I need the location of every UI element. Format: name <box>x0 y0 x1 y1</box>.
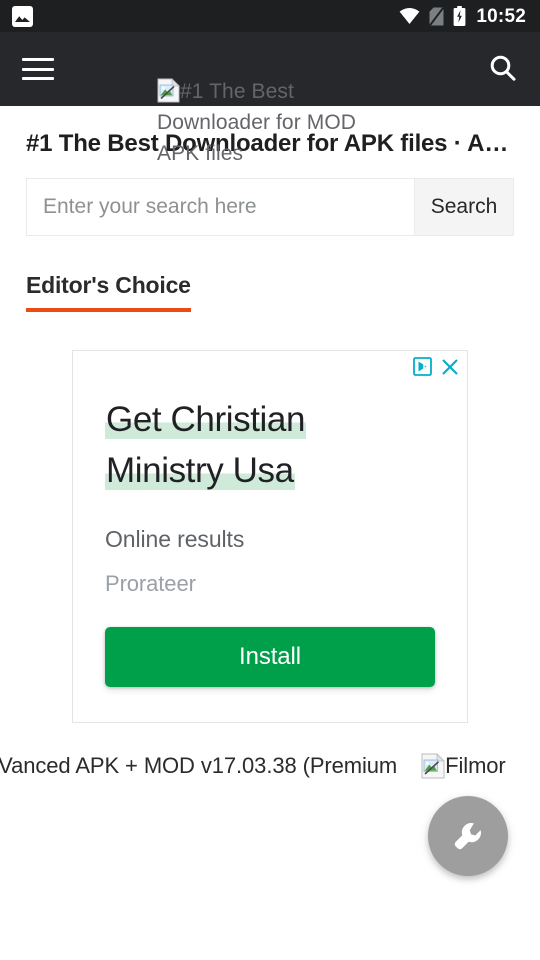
page-content: #1 The Best Downloader for APK files · A… <box>0 106 540 789</box>
site-logo-broken-image[interactable]: #1 The Best Downloader for MOD APK files <box>157 76 373 169</box>
adchoices-icon[interactable] <box>413 357 432 376</box>
search-bar: Search <box>26 178 514 236</box>
search-icon[interactable] <box>486 52 520 86</box>
close-icon[interactable] <box>441 358 459 376</box>
hamburger-menu-icon[interactable] <box>22 58 54 80</box>
ad-description: Online results <box>105 526 245 552</box>
settings-fab-button[interactable] <box>428 796 508 876</box>
ad-advertiser-name: Prorateer <box>105 571 196 596</box>
article-list-row: e Vanced APK + MOD v17.03.38 (Premium Fi… <box>0 743 540 789</box>
status-bar: 10:52 <box>0 0 540 32</box>
app-header: #1 The Best Downloader for MOD APK files <box>0 32 540 165</box>
site-logo-alt-text: #1 The Best Downloader for MOD APK files <box>157 80 357 165</box>
advertisement-card: Get Christian Ministry Usa Online result… <box>72 350 468 723</box>
broken-image-icon <box>157 78 180 103</box>
install-button[interactable]: Install <box>105 627 435 687</box>
status-bar-system-icons: 10:52 <box>399 6 526 26</box>
article-image-alt-text: Filmor <box>445 753 506 778</box>
wifi-icon <box>399 8 420 24</box>
status-bar-clock: 10:52 <box>476 5 526 27</box>
ad-headline-line-1: Get Christian <box>105 400 307 439</box>
wrench-icon <box>447 815 489 857</box>
article-strip-inner: e Vanced APK + MOD v17.03.38 (Premium Fi… <box>0 743 506 789</box>
ad-headline[interactable]: Get Christian Ministry Usa <box>73 351 467 496</box>
search-input[interactable] <box>27 179 414 235</box>
mobile-screen: 10:52 #1 The Best Downloader for MOD APK… <box>0 0 540 960</box>
ad-headline-line-2: Ministry Usa <box>105 451 295 490</box>
broken-image-icon <box>421 749 446 779</box>
section-heading-wrap: Editor's Choice <box>0 236 540 312</box>
article-title-text[interactable]: e Vanced APK + MOD v17.03.38 (Premium <box>0 753 397 778</box>
search-button[interactable]: Search <box>414 179 513 235</box>
no-sim-card-icon <box>429 6 445 26</box>
battery-charging-icon <box>453 6 466 26</box>
gallery-photo-icon <box>12 5 33 27</box>
status-bar-notifications <box>12 5 33 27</box>
ad-controls <box>413 357 459 376</box>
ad-cta-wrapper: Install <box>73 597 467 687</box>
editors-choice-heading: Editor's Choice <box>26 272 191 312</box>
